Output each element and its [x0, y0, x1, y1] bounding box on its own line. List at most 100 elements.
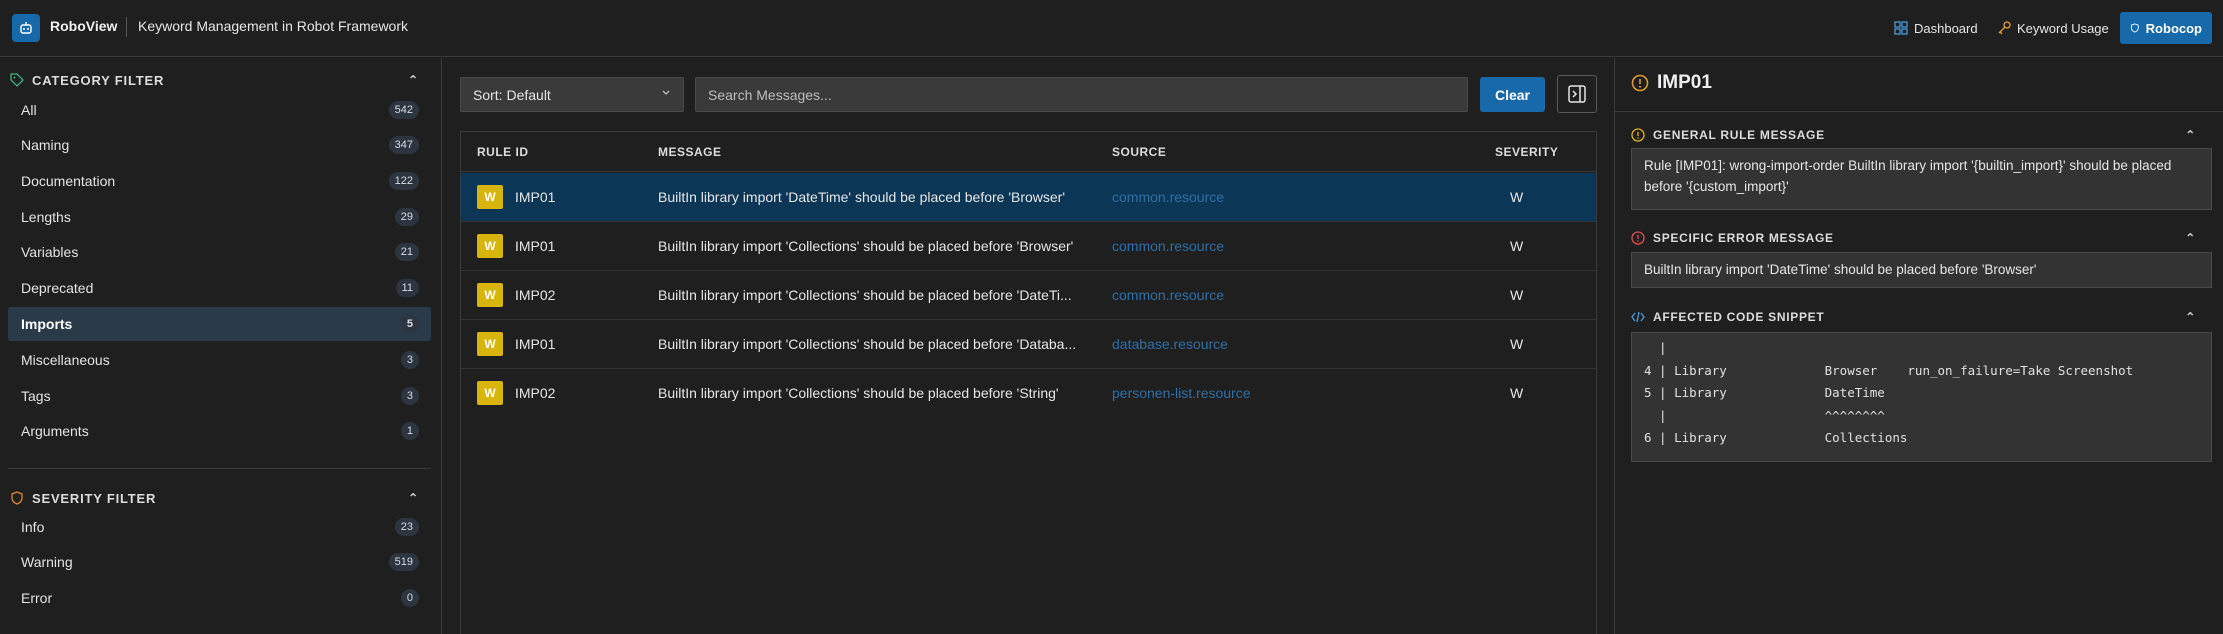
severity-label: Error [21, 590, 53, 606]
nav-robocop[interactable]: Robocop [2120, 12, 2212, 44]
column-rule-id[interactable]: RULE ID [477, 145, 529, 159]
severity-item-info[interactable]: Info 23 [8, 510, 431, 544]
sidebar-divider [8, 468, 431, 469]
chevron-up-icon[interactable]: ⌃ [2185, 128, 2196, 142]
code-line: 4 | Library Browser run_on_failure=Take … [1644, 362, 2134, 378]
category-item-deprecated[interactable]: Deprecated 11 [8, 271, 431, 305]
warning-badge: W [477, 185, 503, 209]
severity-cell: W [1510, 287, 1524, 303]
top-bar: RoboView Keyword Management in Robot Fra… [0, 0, 2223, 57]
code-icon [1631, 311, 1645, 323]
source-link[interactable]: common.resource [1112, 189, 1224, 205]
category-label: Miscellaneous [21, 352, 110, 368]
category-count: 3 [400, 351, 419, 369]
chevron-up-icon[interactable]: ⌃ [2185, 231, 2196, 245]
message-cell: BuiltIn library import 'Collections' sho… [658, 238, 1074, 254]
specific-error-header[interactable]: SPECIFIC ERROR MESSAGE ⌃ [1631, 229, 2208, 247]
table-row[interactable]: W IMP01 BuiltIn library import 'DateTime… [461, 173, 1596, 222]
category-count: 11 [395, 279, 419, 297]
severity-count: 519 [388, 553, 419, 571]
category-label: Naming [21, 137, 70, 153]
severity-filter-title: SEVERITY FILTER [32, 490, 157, 506]
category-filter-header[interactable]: CATEGORY FILTER ⌃ [10, 70, 433, 90]
search-input[interactable] [695, 77, 1468, 112]
table-row[interactable]: W IMP02 BuiltIn library import 'Collecti… [461, 369, 1596, 418]
general-rule-message: Rule [IMP01]: wrong-import-order BuiltIn… [1631, 148, 2212, 210]
app-subtitle: Keyword Management in Robot Framework [138, 18, 409, 34]
category-item-documentation[interactable]: Documentation 122 [8, 164, 431, 198]
category-label: Deprecated [21, 280, 94, 296]
rule-id-cell: IMP01 [515, 336, 556, 352]
category-label: Arguments [21, 423, 89, 439]
table-row[interactable]: W IMP01 BuiltIn library import 'Collecti… [461, 222, 1596, 271]
sort-select[interactable]: Sort: Default [460, 77, 684, 112]
category-item-arguments[interactable]: Arguments 1 [8, 414, 431, 448]
nav-robocop-label: Robocop [2145, 20, 2202, 36]
source-link[interactable]: common.resource [1112, 287, 1224, 303]
severity-item-warning[interactable]: Warning 519 [8, 545, 431, 579]
code-snippet-header[interactable]: AFFECTED CODE SNIPPET ⌃ [1631, 308, 2208, 326]
column-source[interactable]: SOURCE [1112, 145, 1166, 159]
chevron-up-icon[interactable]: ⌃ [408, 73, 419, 87]
message-cell: BuiltIn library import 'Collections' sho… [658, 287, 1072, 303]
category-label: Imports [21, 316, 73, 332]
category-count: 347 [388, 136, 419, 154]
chevron-up-icon[interactable]: ⌃ [2185, 310, 2196, 324]
warning-circle-icon [1631, 128, 1645, 142]
nav-keyword-usage[interactable]: Keyword Usage [1987, 12, 2119, 44]
category-item-all[interactable]: All 542 [8, 93, 431, 127]
nav-dashboard[interactable]: Dashboard [1884, 12, 1988, 44]
category-count: 1 [400, 422, 419, 440]
warning-badge: W [477, 381, 503, 405]
details-divider [1615, 111, 2223, 112]
category-item-imports[interactable]: Imports 5 [8, 307, 431, 341]
table-row[interactable]: W IMP01 BuiltIn library import 'Collecti… [461, 320, 1596, 369]
category-count: 122 [388, 172, 419, 190]
category-item-lengths[interactable]: Lengths 29 [8, 200, 431, 234]
clear-button[interactable]: Clear [1480, 77, 1545, 112]
category-label: Variables [21, 244, 79, 260]
source-link[interactable]: database.resource [1112, 336, 1228, 352]
severity-filter-header[interactable]: SEVERITY FILTER ⌃ [10, 488, 433, 508]
table-row[interactable]: W IMP02 BuiltIn library import 'Collecti… [461, 271, 1596, 320]
category-label: Tags [21, 388, 51, 404]
category-count: 21 [394, 243, 419, 261]
category-item-naming[interactable]: Naming 347 [8, 128, 431, 162]
warning-badge: W [477, 234, 503, 258]
column-severity[interactable]: SEVERITY [1495, 145, 1558, 159]
error-circle-icon [1631, 231, 1645, 245]
category-filter-title: CATEGORY FILTER [32, 72, 165, 88]
category-item-tags[interactable]: Tags 3 [8, 379, 431, 413]
severity-label: Warning [21, 554, 73, 570]
source-link[interactable]: common.resource [1112, 238, 1224, 254]
rule-id-cell: IMP01 [515, 238, 556, 254]
category-count: 542 [388, 101, 419, 119]
message-cell: BuiltIn library import 'Collections' sho… [658, 385, 1059, 401]
details-panel: IMP01 GENERAL RULE MESSAGE ⌃ Rule [IMP01… [1614, 58, 2223, 634]
source-link[interactable]: personen-list.resource [1112, 385, 1251, 401]
category-item-variables[interactable]: Variables 21 [8, 235, 431, 269]
general-rule-header[interactable]: GENERAL RULE MESSAGE ⌃ [1631, 126, 2208, 144]
grid-icon [1894, 21, 1908, 35]
app-name: RoboView [50, 18, 118, 34]
general-rule-title: GENERAL RULE MESSAGE [1653, 128, 1825, 142]
shield-icon [2130, 23, 2139, 33]
nav-keyword-usage-label: Keyword Usage [2017, 20, 2109, 36]
category-item-miscellaneous[interactable]: Miscellaneous 3 [8, 343, 431, 377]
nav-dashboard-label: Dashboard [1914, 20, 1978, 36]
tag-icon [10, 73, 24, 87]
details-title: IMP01 [1631, 72, 1712, 94]
chevron-up-icon[interactable]: ⌃ [408, 491, 419, 505]
severity-count: 23 [394, 518, 419, 536]
toggle-panel-button[interactable] [1557, 75, 1597, 113]
specific-error-message: BuiltIn library import 'DateTime' should… [1631, 252, 2212, 288]
message-cell: BuiltIn library import 'DateTime' should… [658, 189, 1066, 205]
category-label: Lengths [21, 209, 71, 225]
column-message[interactable]: MESSAGE [658, 145, 722, 159]
rule-id-cell: IMP02 [515, 287, 556, 303]
severity-item-error[interactable]: Error 0 [8, 581, 431, 615]
category-count: 5 [400, 315, 419, 333]
code-line: 6 | Library Collections [1644, 430, 1908, 445]
panel-toggle-icon [1568, 85, 1586, 103]
code-snippet: | 4 | Library Browser run_on_failure=Take… [1631, 332, 2212, 462]
